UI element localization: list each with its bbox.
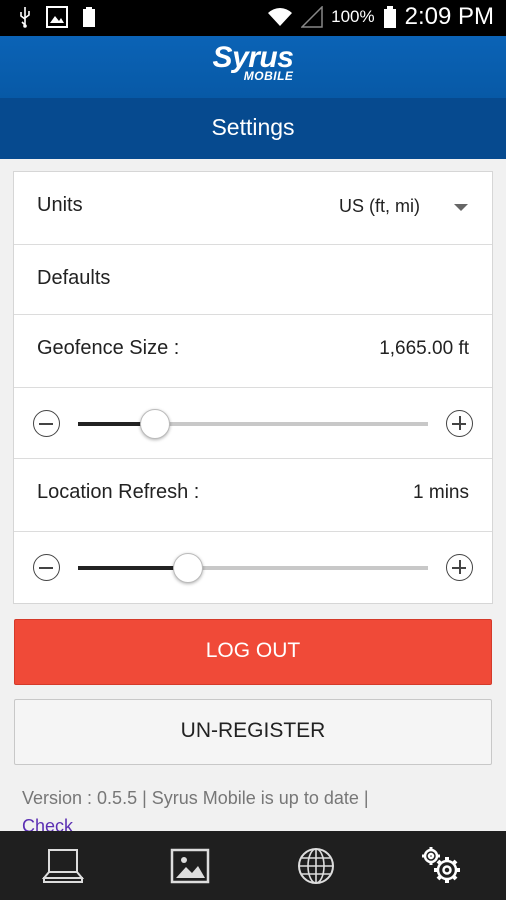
geofence-slider-thumb[interactable] xyxy=(140,409,170,439)
gallery-icon xyxy=(46,6,68,28)
clock: 2:09 PM xyxy=(404,3,494,30)
location-refresh-slider-thumb[interactable] xyxy=(173,553,204,583)
gears-icon xyxy=(421,846,460,883)
brand-bar: Syrus MOBILE xyxy=(0,36,506,98)
defaults-label: Defaults xyxy=(37,267,111,289)
battery-full-icon xyxy=(83,7,95,27)
geofence-plus-icon[interactable] xyxy=(446,410,473,437)
page-title: Settings xyxy=(0,98,506,159)
status-bar: 100% 2:09 PM xyxy=(0,0,506,36)
version-text: Version : 0.5.5 | Syrus Mobile is up to … xyxy=(22,788,369,808)
defaults-row: Defaults xyxy=(14,245,492,315)
location-refresh-plus-icon[interactable] xyxy=(446,554,473,581)
geofence-minus-icon[interactable] xyxy=(33,410,60,437)
geofence-label: Geofence Size : xyxy=(37,337,180,359)
image-icon xyxy=(170,848,209,883)
usb-icon xyxy=(20,7,30,28)
laptop-icon xyxy=(42,848,85,883)
units-label: Units xyxy=(37,194,83,216)
wifi-icon xyxy=(268,8,293,26)
globe-icon xyxy=(298,847,335,884)
battery-icon xyxy=(383,6,396,28)
nav-item-devices[interactable] xyxy=(0,831,127,900)
notification-icons xyxy=(18,6,96,28)
battery-percent: 100% xyxy=(331,7,375,26)
units-row[interactable]: Units US (ft, mi) xyxy=(14,172,492,245)
units-select-value[interactable]: US (ft, mi) xyxy=(339,196,420,217)
location-refresh-minus-icon[interactable] xyxy=(33,554,60,581)
nav-item-map[interactable] xyxy=(253,831,380,900)
settings-card: Units US (ft, mi) Defaults Geofence Size… xyxy=(13,171,493,604)
location-refresh-slider-fill xyxy=(78,566,189,570)
geofence-slider[interactable] xyxy=(78,409,428,439)
geofence-value: 1,665.00 ft xyxy=(379,338,469,359)
nav-item-settings[interactable] xyxy=(380,831,506,900)
geofence-row: Geofence Size : 1,665.00 ft xyxy=(14,315,492,388)
bottom-nav xyxy=(0,831,506,900)
unregister-button[interactable]: UN-REGISTER xyxy=(14,699,492,765)
geofence-slider-row xyxy=(14,388,492,459)
status-right: 100% 2:09 PM xyxy=(267,3,494,31)
signal-icon xyxy=(301,6,323,28)
location-refresh-row: Location Refresh : 1 mins xyxy=(14,459,492,532)
nav-item-gallery[interactable] xyxy=(127,831,254,900)
location-refresh-value: 1 mins xyxy=(413,482,469,503)
location-refresh-label: Location Refresh : xyxy=(37,481,200,503)
dropdown-caret-icon[interactable] xyxy=(454,204,468,211)
brand-logo: Syrus MOBILE xyxy=(213,42,294,83)
location-refresh-slider-row xyxy=(14,532,492,603)
logout-button[interactable]: LOG OUT xyxy=(14,619,492,685)
location-refresh-slider[interactable] xyxy=(78,553,428,583)
